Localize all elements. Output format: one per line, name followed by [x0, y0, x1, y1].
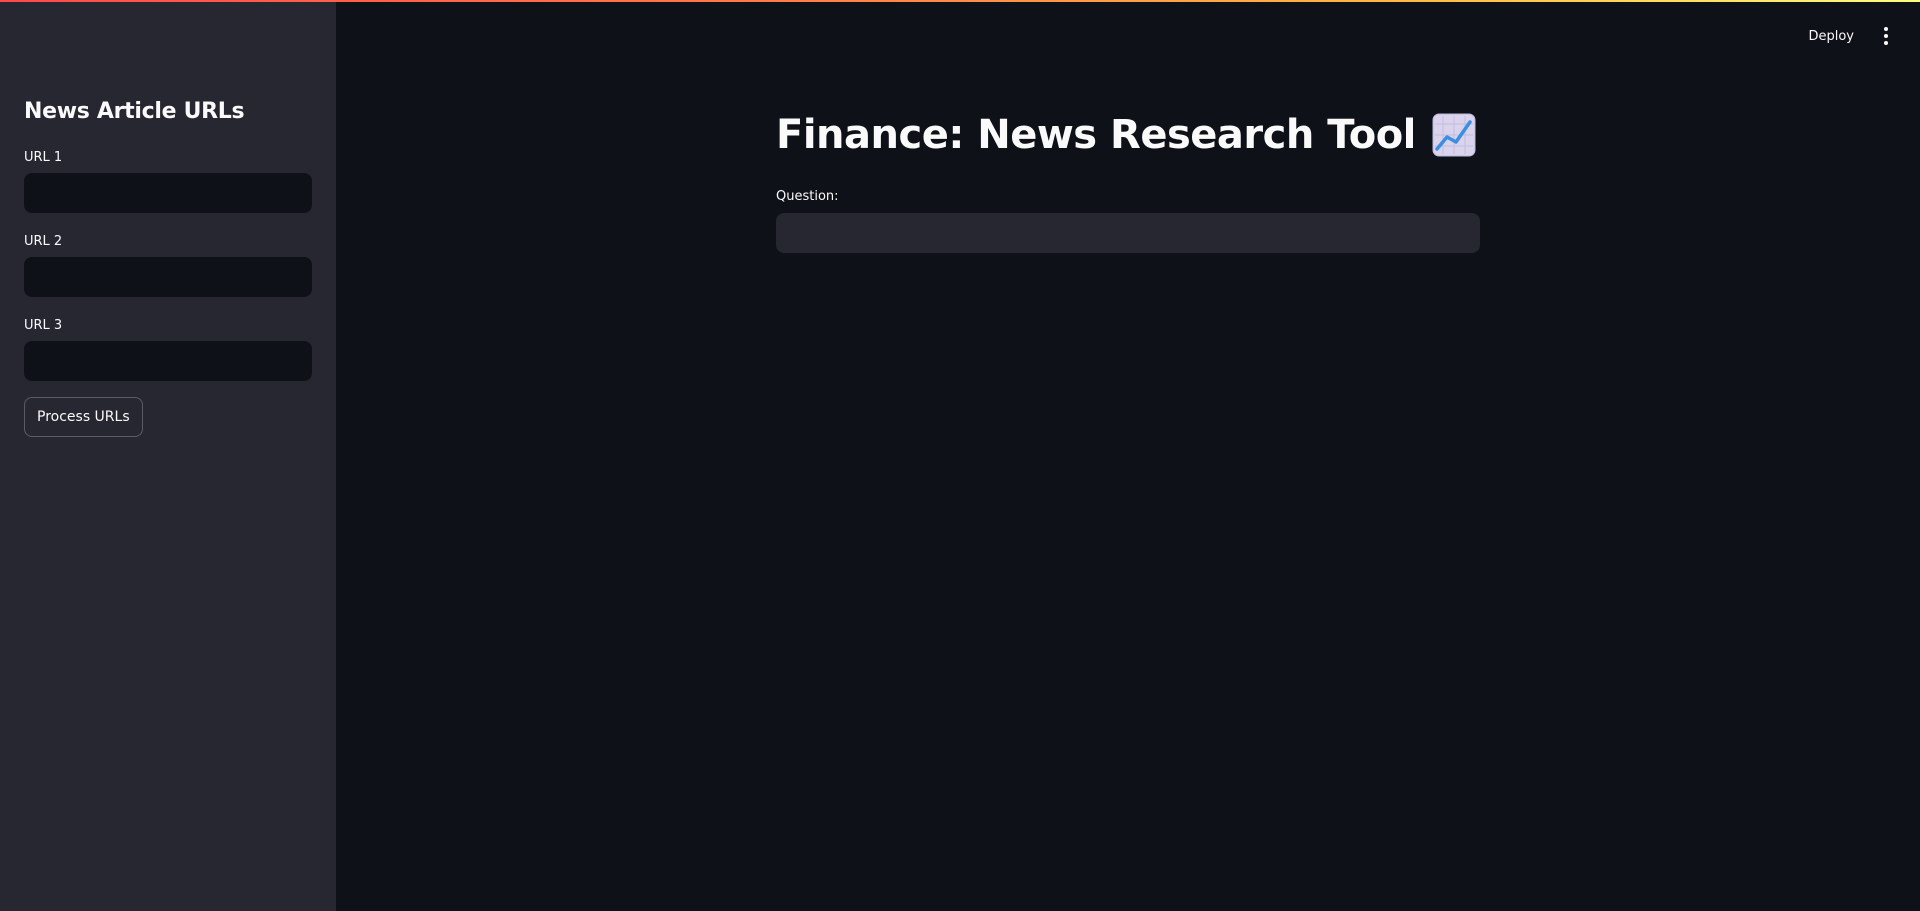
deploy-button[interactable]: Deploy — [1798, 23, 1864, 50]
url-2-input[interactable] — [24, 257, 312, 297]
top-decoration-bar — [0, 0, 1920, 2]
question-input[interactable] — [776, 213, 1480, 253]
url-3-input[interactable] — [24, 341, 312, 381]
url-1-label: URL 1 — [24, 150, 63, 165]
sidebar: News Article URLs URL 1 URL 2 URL 3 Proc… — [0, 0, 336, 911]
question-label: Question: — [776, 189, 839, 204]
vertical-ellipsis-icon[interactable] — [1876, 24, 1896, 48]
chart-increasing-icon — [1432, 113, 1476, 157]
header-toolbar: Deploy — [1798, 2, 1920, 70]
url-3-label: URL 3 — [24, 318, 63, 333]
page-title: Finance: News Research Tool — [776, 112, 1476, 158]
url-1-input[interactable] — [24, 173, 312, 213]
sidebar-title: News Article URLs — [24, 99, 245, 124]
url-2-label: URL 2 — [24, 234, 63, 249]
page-title-text: Finance: News Research Tool — [776, 112, 1416, 158]
app-root: News Article URLs URL 1 URL 2 URL 3 Proc… — [0, 0, 1920, 911]
process-urls-button[interactable]: Process URLs — [24, 397, 143, 437]
